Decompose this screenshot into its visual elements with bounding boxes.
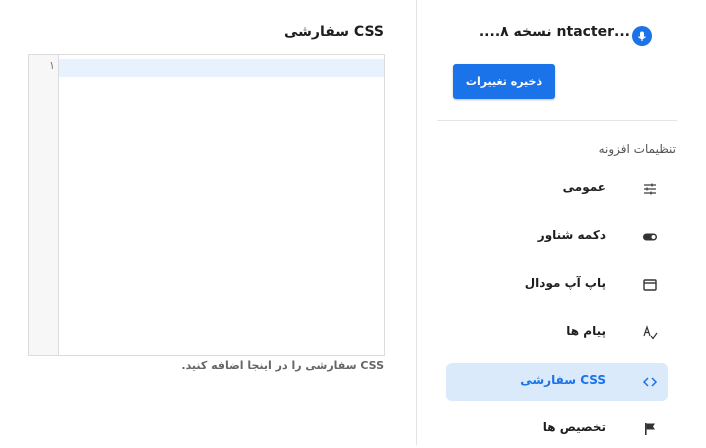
line-number-gutter: ۱ bbox=[29, 55, 59, 355]
line-number: ۱ bbox=[48, 59, 55, 72]
sidebar-item-custom-css[interactable]: CSS سفارشی bbox=[446, 363, 668, 401]
code-icon bbox=[642, 374, 658, 390]
sidebar-item-floating-button[interactable]: دکمه شناور bbox=[446, 218, 668, 256]
toggle-icon bbox=[642, 229, 658, 245]
sidebar-item-label: عمومی bbox=[562, 180, 606, 194]
plugin-logo-icon bbox=[632, 26, 652, 46]
sidebar-item-general[interactable]: عمومی bbox=[446, 170, 668, 208]
sidebar-item-messages[interactable]: پیام ها bbox=[446, 314, 668, 352]
sidebar-item-label: تخصیص ها bbox=[542, 420, 606, 434]
sidebar-item-label: CSS سفارشی bbox=[520, 373, 606, 387]
css-code-editor[interactable]: ۱ bbox=[28, 54, 385, 356]
sidebar-item-label: دکمه شناور bbox=[537, 228, 606, 242]
window-icon bbox=[642, 277, 658, 293]
active-line-highlight[interactable] bbox=[59, 59, 384, 77]
sidebar-item-label: پاپ آپ مودال bbox=[524, 276, 606, 290]
sidebar-divider bbox=[437, 120, 677, 121]
sliders-icon bbox=[642, 181, 658, 197]
page-title: CSS سفارشی bbox=[283, 24, 384, 40]
section-label: تنظیمات افزونه bbox=[598, 142, 676, 156]
help-text: CSS سفارشی را در اینجا اضافه کنید. bbox=[181, 359, 384, 372]
sidebar-item-label: پیام ها bbox=[566, 324, 606, 338]
text-spellcheck-icon bbox=[642, 325, 658, 341]
flag-icon bbox=[642, 421, 658, 437]
save-changes-button[interactable]: ذخیره تغییرات bbox=[453, 64, 555, 99]
plugin-title: ...ntacter نسخه ۸.‌... bbox=[478, 24, 630, 40]
sidebar-item-assignments[interactable]: تخصیص ها bbox=[446, 410, 668, 448]
sidebar-item-popup-modal[interactable]: پاپ آپ مودال bbox=[446, 266, 668, 304]
settings-sidebar: ...ntacter نسخه ۸.‌... ذخیره تغییرات تنظ… bbox=[416, 0, 706, 445]
